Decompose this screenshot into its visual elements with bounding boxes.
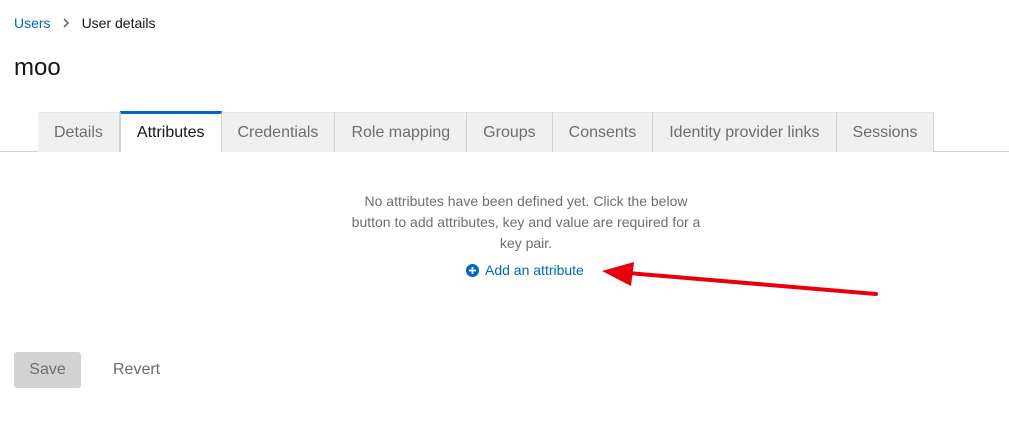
tab-details[interactable]: Details — [38, 112, 120, 152]
revert-button[interactable]: Revert — [97, 352, 176, 388]
breadcrumb: Users User details — [14, 15, 155, 31]
tab-attributes[interactable]: Attributes — [119, 111, 222, 152]
tab-sessions[interactable]: Sessions — [836, 112, 935, 152]
save-button[interactable]: Save — [14, 352, 81, 388]
breadcrumb-current: User details — [81, 15, 156, 31]
tab-list: Details Attributes Credentials Role mapp… — [38, 111, 935, 152]
attributes-empty-message: No attributes have been defined yet. Cli… — [351, 193, 701, 251]
tab-role-mapping[interactable]: Role mapping — [335, 112, 468, 152]
add-attribute-label: Add an attribute — [485, 262, 584, 278]
tab-identity-provider-links[interactable]: Identity provider links — [653, 112, 837, 152]
tab-credentials[interactable]: Credentials — [221, 112, 336, 152]
breadcrumb-users-link[interactable]: Users — [14, 15, 51, 31]
add-attribute-button[interactable]: Add an attribute — [466, 262, 584, 278]
tabs-bar: Details Attributes Credentials Role mapp… — [0, 111, 1009, 152]
tab-consents[interactable]: Consents — [552, 112, 654, 152]
chevron-right-icon — [62, 18, 70, 28]
tab-groups[interactable]: Groups — [467, 112, 553, 152]
plus-circle-icon — [466, 263, 479, 277]
page-title: moo — [14, 54, 61, 81]
